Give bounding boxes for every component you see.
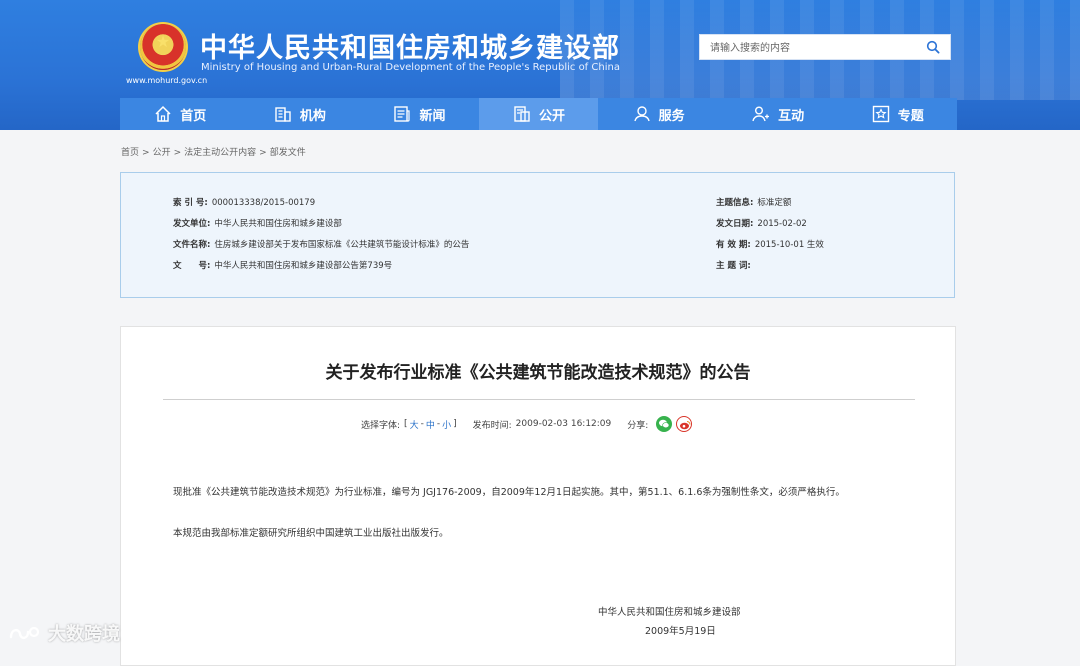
font-large-button[interactable]: 大 [410, 418, 419, 431]
info-value: 中华人民共和国住房和城乡建设部 [214, 219, 342, 229]
info-topic: 主题信息: 标准定额 [716, 196, 791, 208]
publish-time: 2009-02-03 16:12:09 [515, 419, 612, 429]
breadcrumb-mandatory-disclosure[interactable]: 法定主动公开内容 [184, 148, 256, 158]
info-file-name: 文件名称: 住房城乡建设部关于发布国家标准《公共建筑节能设计标准》的公告 [173, 238, 469, 250]
breadcrumb-separator: > [142, 148, 150, 158]
info-validity: 有 效 期: 2015-10-01 生效 [716, 238, 824, 250]
nav-item-label: 服务 [658, 108, 685, 124]
nav-item-interaction[interactable]: 互动 [718, 98, 838, 130]
breadcrumb-separator: > [259, 148, 267, 158]
main-nav: 首页 机构 新闻 公开 服务 互动 专题 [120, 98, 957, 130]
info-index-number: 索 引 号: 000013338/2015-00179 [173, 196, 315, 208]
watermark: 大数跨境 [8, 620, 120, 646]
sign-date: 2009年5月19日 [645, 626, 716, 637]
info-label: 主 题 词: [716, 261, 751, 271]
font-bracket-close: ] [453, 419, 457, 429]
nav-item-topics[interactable]: 专题 [837, 98, 957, 130]
site-title[interactable]: 中华人民共和国住房和城乡建设部 [200, 26, 620, 65]
article-paragraph: 本规范由我部标准定额研究所组织中国建筑工业出版社出版发行。 [173, 528, 449, 539]
nav-item-service[interactable]: 服务 [598, 98, 718, 130]
nav-item-label: 机构 [299, 108, 326, 124]
watermark-text: 大数跨境 [48, 624, 120, 645]
nav-item-organization[interactable]: 机构 [240, 98, 360, 130]
nav-item-label: 互动 [778, 108, 805, 124]
document-icon [514, 106, 530, 122]
title-divider [163, 399, 915, 400]
breadcrumb-home[interactable]: 首页 [121, 148, 139, 158]
signature: 中华人民共和国住房和城乡建设部 [598, 607, 741, 618]
font-size-label: 选择字体: [361, 420, 401, 431]
breadcrumb-ministry-documents[interactable]: 部发文件 [270, 148, 306, 158]
document-info-panel: 索 引 号: 000013338/2015-00179 发文单位: 中华人民共和国住… [120, 172, 955, 298]
star-icon [872, 105, 889, 123]
info-label: 发文单位: [173, 219, 211, 229]
nav-item-label: 专题 [897, 108, 924, 124]
people-icon [752, 106, 770, 122]
article-panel: 关于发布行业标准《公共建筑节能改造技术规范》的公告 选择字体: [ 大 - 中 … [120, 326, 956, 666]
info-issue-date: 发文日期: 2015-02-02 [716, 217, 807, 229]
info-label: 文 号: [173, 261, 211, 271]
breadcrumb: 首页 > 公开 > 法定主动公开内容 > 部发文件 [121, 145, 306, 158]
publish-time-label: 发布时间: [472, 420, 512, 431]
search-input[interactable] [708, 38, 912, 58]
newspaper-icon [394, 106, 411, 122]
font-separator: - [420, 419, 424, 429]
font-bracket-open: [ [404, 419, 408, 429]
font-separator: - [436, 419, 441, 429]
font-medium-button[interactable]: 中 [426, 418, 435, 431]
nav-item-home[interactable]: 首页 [120, 98, 240, 130]
site-header: www.mohurd.gov.cn 中华人民共和国住房和城乡建设部 Minist… [0, 0, 1080, 130]
article-paragraph: 现批准《公共建筑节能改造技术规范》为行业标准，编号为 JGJ176-2009，自… [173, 487, 845, 498]
national-emblem-icon[interactable] [140, 24, 186, 70]
info-value: 000013338/2015-00179 [211, 198, 316, 208]
search-box [699, 34, 951, 60]
watermark-logo-icon [9, 626, 40, 640]
building-icon [275, 107, 291, 122]
site-subtitle: Ministry of Housing and Urban-Rural Deve… [201, 62, 620, 73]
home-icon [155, 105, 171, 122]
info-value: 中华人民共和国住房和城乡建设部公告第739号 [214, 261, 393, 271]
nav-item-public[interactable]: 公开 [478, 98, 599, 130]
info-label: 文件名称: [173, 240, 211, 250]
search-icon[interactable] [926, 40, 940, 54]
wechat-share-icon[interactable] [656, 416, 673, 432]
nav-item-label: 新闻 [419, 108, 446, 124]
nav-item-label: 公开 [539, 108, 566, 124]
info-label: 发文日期: [716, 219, 754, 229]
info-document-number: 文 号: 中华人民共和国住房和城乡建设部公告第739号 [173, 259, 392, 271]
info-value: 2015-02-02 [757, 219, 807, 229]
service-icon [633, 106, 650, 122]
article-meta: 选择字体: [ 大 - 中 - 小 ] 发布时间: 2009-02-03 16:… [361, 416, 693, 432]
breadcrumb-separator: > [173, 148, 182, 158]
info-value: 标准定额 [757, 198, 792, 208]
font-small-button[interactable]: 小 [442, 418, 451, 431]
share-label: 分享: [627, 420, 649, 431]
nav-item-label: 首页 [180, 108, 207, 124]
info-value: 住房城乡建设部关于发布国家标准《公共建筑节能设计标准》的公告 [214, 240, 470, 250]
info-label: 索 引 号: [173, 198, 208, 208]
nav-item-news[interactable]: 新闻 [359, 98, 479, 130]
breadcrumb-public[interactable]: 公开 [153, 148, 171, 158]
info-value: 2015-10-01 生效 [754, 240, 824, 250]
weibo-share-icon[interactable] [676, 416, 693, 432]
info-issuer: 发文单位: 中华人民共和国住房和城乡建设部 [173, 217, 342, 229]
article-title: 关于发布行业标准《公共建筑节能改造技术规范》的公告 [325, 363, 751, 383]
info-label: 有 效 期: [716, 240, 751, 250]
info-label: 主题信息: [716, 198, 754, 208]
site-url: www.mohurd.gov.cn [126, 76, 208, 85]
info-subject-words: 主 题 词: [716, 259, 755, 271]
